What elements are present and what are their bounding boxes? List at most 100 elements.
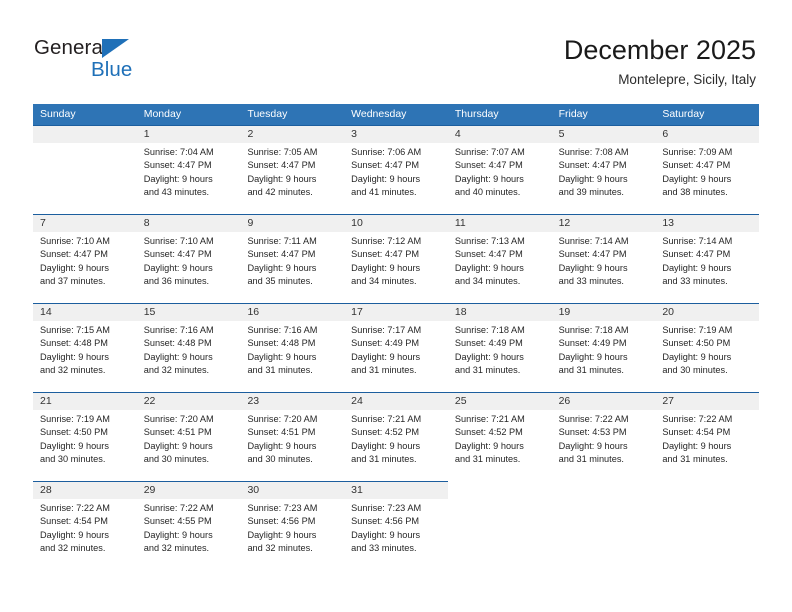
sunrise-text: Sunrise: 7:06 AM bbox=[351, 147, 422, 157]
daylight-text-line1: Daylight: 9 hours bbox=[454, 173, 524, 184]
day-sun-info: Sunrise: 7:07 AM Sunset: 4:47 PM Daylight:… bbox=[448, 143, 552, 200]
day-number: 6 bbox=[662, 128, 669, 140]
daylight-text-line2: and 30 minutes. bbox=[662, 365, 728, 376]
sunrise-text: Sunrise: 7:22 AM bbox=[40, 503, 110, 513]
sunrise-text: Sunrise: 7:23 AM bbox=[351, 503, 422, 513]
day-cell[interactable]: 28 Sunrise: 7:22 AM Sunset: 4:54 PM Dayligh… bbox=[33, 481, 137, 571]
day-cell[interactable]: 8 Sunrise: 7:10 AM Sunset: 4:47 PM Daylight… bbox=[136, 214, 241, 303]
day-sun-info: Sunrise: 7:14 AM Sunset: 4:47 PM Daylight:… bbox=[655, 232, 759, 289]
day-sun-info: Sunrise: 7:21 AM Sunset: 4:52 PM Daylight:… bbox=[344, 410, 448, 467]
day-number: 8 bbox=[143, 217, 150, 229]
day-cell-empty bbox=[655, 481, 759, 571]
day-sun-info: Sunrise: 7:13 AM Sunset: 4:47 PM Daylight:… bbox=[448, 232, 552, 289]
day-cell[interactable]: 6 Sunrise: 7:09 AM Sunset: 4:47 PM Daylight… bbox=[655, 125, 760, 214]
daylight-text-line2: and 32 minutes. bbox=[247, 543, 313, 554]
sunrise-text: Sunrise: 7:20 AM bbox=[247, 414, 318, 424]
day-number: 27 bbox=[662, 395, 674, 407]
day-sun-info: Sunrise: 7:04 AM Sunset: 4:47 PM Daylight:… bbox=[137, 143, 241, 200]
sunrise-text: Sunrise: 7:14 AM bbox=[558, 236, 629, 246]
day-cell[interactable]: 22 Sunrise: 7:20 AM Sunset: 4:51 PM Dayligh… bbox=[136, 392, 241, 481]
day-cell[interactable]: 23 Sunrise: 7:20 AM Sunset: 4:51 PM Dayligh… bbox=[240, 392, 345, 481]
day-number-band: 31 bbox=[344, 481, 448, 499]
day-cell[interactable]: 9 Sunrise: 7:11 AM Sunset: 4:47 PM Daylight… bbox=[240, 214, 345, 303]
day-cell[interactable]: 25 Sunrise: 7:21 AM Sunset: 4:52 PM Dayligh… bbox=[447, 392, 552, 481]
day-sun-info: Sunrise: 7:22 AM Sunset: 4:54 PM Daylight:… bbox=[33, 499, 137, 556]
day-cell[interactable]: 18 Sunrise: 7:18 AM Sunset: 4:49 PM Dayligh… bbox=[447, 303, 552, 392]
day-number-band: 16 bbox=[240, 303, 345, 321]
weekday-header-tuesday: Tuesday bbox=[247, 108, 288, 120]
day-sun-info: Sunrise: 7:23 AM Sunset: 4:56 PM Daylight:… bbox=[344, 499, 448, 556]
daylight-text-line1: Daylight: 9 hours bbox=[662, 440, 732, 451]
daylight-text-line2: and 31 minutes. bbox=[247, 365, 313, 376]
day-number-band: 10 bbox=[344, 214, 448, 232]
day-number: 2 bbox=[247, 128, 254, 140]
day-cell[interactable]: 15 Sunrise: 7:16 AM Sunset: 4:48 PM Dayligh… bbox=[136, 303, 241, 392]
day-sun-info: Sunrise: 7:17 AM Sunset: 4:49 PM Daylight:… bbox=[344, 321, 448, 378]
day-number: 25 bbox=[454, 395, 467, 407]
day-cell[interactable]: 11 Sunrise: 7:13 AM Sunset: 4:47 PM Dayligh… bbox=[447, 214, 552, 303]
day-cell[interactable]: 20 Sunrise: 7:19 AM Sunset: 4:50 PM Dayligh… bbox=[655, 303, 760, 392]
daylight-text-line2: and 37 minutes. bbox=[40, 276, 106, 287]
day-cell[interactable]: 30 Sunrise: 7:23 AM Sunset: 4:56 PM Dayligh… bbox=[240, 481, 345, 571]
sunrise-text: Sunrise: 7:13 AM bbox=[454, 236, 525, 246]
day-number: 26 bbox=[558, 395, 571, 407]
day-number-band: 28 bbox=[33, 481, 137, 499]
day-cell[interactable]: 14 Sunrise: 7:15 AM Sunset: 4:48 PM Dayligh… bbox=[33, 303, 137, 392]
day-cell[interactable]: 24 Sunrise: 7:21 AM Sunset: 4:52 PM Dayligh… bbox=[344, 392, 448, 481]
day-sun-info: Sunrise: 7:21 AM Sunset: 4:52 PM Daylight:… bbox=[448, 410, 552, 467]
daylight-text-line2: and 41 minutes. bbox=[351, 187, 417, 198]
calendar-page: General Blue December 2025 Montelepre, S… bbox=[0, 0, 792, 612]
day-cell[interactable]: 10 Sunrise: 7:12 AM Sunset: 4:47 PM Dayligh… bbox=[344, 214, 448, 303]
sunset-text: Sunset: 4:48 PM bbox=[40, 338, 108, 349]
day-number-band: 25 bbox=[447, 392, 552, 410]
sunset-text: Sunset: 4:55 PM bbox=[143, 516, 212, 527]
daylight-text-line1: Daylight: 9 hours bbox=[558, 262, 628, 273]
sunrise-text: Sunrise: 7:09 AM bbox=[662, 147, 733, 157]
daylight-text-line2: and 30 minutes. bbox=[143, 454, 210, 465]
day-cell[interactable]: 29 Sunrise: 7:22 AM Sunset: 4:55 PM Dayligh… bbox=[136, 481, 241, 571]
day-cell[interactable]: 31 Sunrise: 7:23 AM Sunset: 4:56 PM Dayligh… bbox=[344, 481, 448, 571]
day-cell[interactable]: 12 Sunrise: 7:14 AM Sunset: 4:47 PM Dayligh… bbox=[551, 214, 656, 303]
sunrise-text: Sunrise: 7:23 AM bbox=[247, 503, 318, 513]
daylight-text-line2: and 42 minutes. bbox=[247, 187, 313, 198]
day-cell[interactable]: 4 Sunrise: 7:07 AM Sunset: 4:47 PM Daylight… bbox=[447, 125, 552, 214]
sunrise-text: Sunrise: 7:21 AM bbox=[351, 414, 422, 424]
sunset-text: Sunset: 4:47 PM bbox=[143, 160, 212, 171]
day-cell[interactable]: 16 Sunrise: 7:16 AM Sunset: 4:48 PM Dayligh… bbox=[240, 303, 345, 392]
sunrise-text: Sunrise: 7:16 AM bbox=[143, 325, 214, 335]
day-number-band: 14 bbox=[33, 303, 137, 321]
day-sun-info: Sunrise: 7:22 AM Sunset: 4:54 PM Daylight:… bbox=[655, 410, 759, 467]
day-cell[interactable]: 7 Sunrise: 7:10 AM Sunset: 4:47 PM Daylight… bbox=[33, 214, 137, 303]
day-sun-info: Sunrise: 7:10 AM Sunset: 4:47 PM Daylight:… bbox=[33, 232, 137, 289]
day-cell[interactable]: 13 Sunrise: 7:14 AM Sunset: 4:47 PM Dayligh… bbox=[655, 214, 760, 303]
day-cell[interactable]: 27 Sunrise: 7:22 AM Sunset: 4:54 PM Dayligh… bbox=[655, 392, 760, 481]
page-header: General Blue December 2025 Montelepre, S… bbox=[0, 0, 792, 100]
day-number-band: 13 bbox=[655, 214, 760, 232]
daylight-text-line1: Daylight: 9 hours bbox=[351, 262, 421, 273]
day-cell[interactable]: 3 Sunrise: 7:06 AM Sunset: 4:47 PM Daylight… bbox=[344, 125, 448, 214]
day-cell[interactable]: 5 Sunrise: 7:08 AM Sunset: 4:47 PM Daylight… bbox=[551, 125, 656, 214]
general-blue-logo[interactable]: General Blue bbox=[34, 36, 214, 88]
day-sun-info: Sunrise: 7:14 AM Sunset: 4:47 PM Daylight:… bbox=[552, 232, 656, 289]
sunrise-text: Sunrise: 7:07 AM bbox=[454, 147, 525, 157]
sunset-text: Sunset: 4:49 PM bbox=[454, 338, 523, 349]
sunset-text: Sunset: 4:48 PM bbox=[143, 338, 212, 349]
daylight-text-line1: Daylight: 9 hours bbox=[247, 173, 317, 184]
day-cell[interactable]: 1 Sunrise: 7:04 AM Sunset: 4:47 PM Daylight… bbox=[136, 125, 241, 214]
week-row: 1 Sunrise: 7:04 AM Sunset: 4:47 PM Daylight… bbox=[33, 125, 760, 214]
sunrise-text: Sunrise: 7:22 AM bbox=[143, 503, 214, 513]
day-cell[interactable]: 17 Sunrise: 7:17 AM Sunset: 4:49 PM Dayligh… bbox=[344, 303, 448, 392]
day-cell[interactable]: 26 Sunrise: 7:22 AM Sunset: 4:53 PM Dayligh… bbox=[551, 392, 656, 481]
day-number-band: 5 bbox=[551, 125, 656, 143]
daylight-text-line2: and 31 minutes. bbox=[558, 454, 624, 465]
day-cell[interactable]: 19 Sunrise: 7:18 AM Sunset: 4:49 PM Dayligh… bbox=[551, 303, 656, 392]
day-sun-info: Sunrise: 7:08 AM Sunset: 4:47 PM Daylight:… bbox=[552, 143, 656, 200]
daylight-text-line1: Daylight: 9 hours bbox=[454, 351, 524, 362]
weekday-header-wednesday: Wednesday bbox=[351, 108, 407, 120]
day-cell[interactable]: 21 Sunrise: 7:19 AM Sunset: 4:50 PM Dayligh… bbox=[33, 392, 137, 481]
daylight-text-line1: Daylight: 9 hours bbox=[247, 351, 317, 362]
day-cell[interactable]: 2 Sunrise: 7:05 AM Sunset: 4:47 PM Daylight… bbox=[240, 125, 345, 214]
weekday-header-row: Sunday Monday Tuesday Wednesday Thursday… bbox=[33, 104, 759, 125]
day-number: 11 bbox=[454, 217, 466, 229]
day-number-band: 18 bbox=[447, 303, 552, 321]
